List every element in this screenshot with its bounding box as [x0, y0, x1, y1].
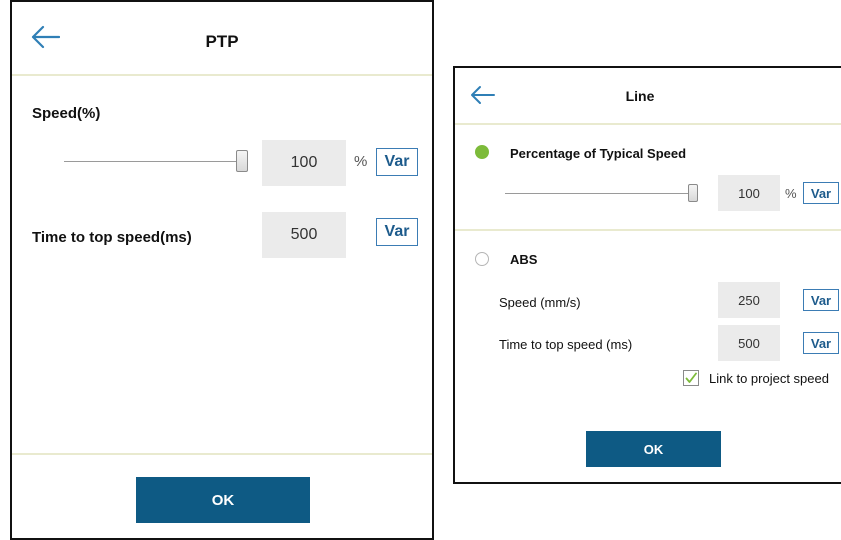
ok-button[interactable]: OK [136, 477, 310, 523]
abs-speed-var-button[interactable]: Var [803, 289, 839, 311]
speed-slider-thumb[interactable] [236, 150, 248, 172]
speed-slider-track[interactable] [64, 161, 244, 162]
abs-time-var-button[interactable]: Var [803, 332, 839, 354]
link-project-speed-label: Link to project speed [709, 371, 829, 386]
typical-slider-track[interactable] [505, 193, 693, 194]
ok-button[interactable]: OK [586, 431, 721, 467]
abs-speed-label: Speed (mm/s) [499, 295, 581, 310]
abs-time-field[interactable]: 500 [718, 325, 780, 361]
time-var-button[interactable]: Var [376, 218, 418, 246]
abs-speed-field[interactable]: 250 [718, 282, 780, 318]
abs-radio[interactable] [475, 252, 489, 266]
typical-value-field[interactable]: 100 [718, 175, 780, 211]
footer-divider [12, 453, 432, 455]
typical-slider-thumb[interactable] [688, 184, 698, 202]
link-project-speed-checkbox[interactable] [683, 370, 699, 386]
typical-unit: % [785, 186, 797, 201]
header-divider [455, 123, 841, 125]
header-divider [12, 74, 432, 76]
dialog-title: Line [625, 88, 655, 104]
abs-time-label: Time to top speed (ms) [499, 337, 633, 352]
section-divider [455, 229, 841, 231]
speed-var-button[interactable]: Var [376, 148, 418, 176]
time-to-top-speed-field[interactable]: 500 [262, 212, 346, 258]
checkmark-icon [685, 372, 697, 383]
line-dialog: Line Percentage of Typical Speed 100 % V… [453, 66, 841, 484]
dialog-title: PTP [205, 32, 239, 51]
speed-value-field[interactable]: 100 [262, 140, 346, 186]
speed-label: Speed(%) [32, 105, 101, 122]
time-to-top-speed-label: Time to top speed(ms) [32, 229, 192, 246]
typical-var-button[interactable]: Var [803, 182, 839, 204]
typical-speed-label: Percentage of Typical Speed [510, 146, 687, 161]
typical-speed-radio[interactable] [475, 145, 489, 159]
back-arrow-icon[interactable] [469, 84, 495, 106]
back-arrow-icon[interactable] [30, 24, 60, 50]
ptp-dialog: PTP Speed(%) 100 % Var Time to top speed… [10, 0, 434, 540]
speed-unit: % [354, 153, 368, 170]
abs-label: ABS [510, 252, 538, 267]
